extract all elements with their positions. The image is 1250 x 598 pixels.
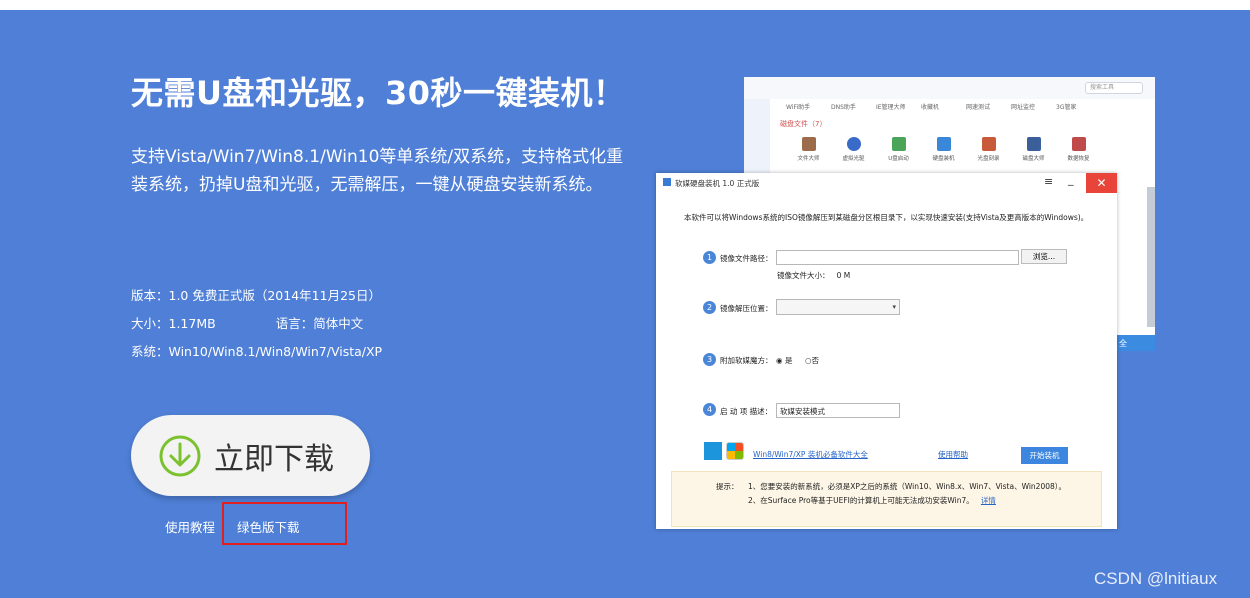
tips-box: 提示： 1、您要安装的新系统，必须是XP之后的系统（Win10、Win8.x、W… — [671, 471, 1102, 527]
dialog-intro: 本软件可以将Windows系统的ISO镜像解压到某磁盘分区根目录下，以实现快速安… — [684, 213, 1089, 222]
usb-boot-icon — [891, 137, 906, 151]
details-link[interactable]: 详情 — [981, 496, 996, 505]
step-1-badge: 1 — [703, 251, 716, 264]
start-install-button[interactable]: 开始装机 — [1021, 447, 1068, 464]
version-info: 版本：1.0 免费正式版（2014年11月25日） — [131, 288, 381, 303]
browse-button[interactable]: 浏览... — [1021, 249, 1067, 264]
bg-search-input: 搜索工具 — [1085, 82, 1143, 94]
dialog-titlebar: 软媒硬盘装机 1.0 正式版 ≡ _ ✕ — [656, 173, 1117, 193]
bg-tool-grid: 文件大师 虚拟光驱 U盘启动 硬盘装机 光盘刻录 磁盘大师 数据恢复 — [770, 129, 1155, 162]
bg-tab: 网址监控 — [1011, 104, 1036, 111]
bg-tool-item: 虚拟光驱 — [831, 137, 876, 162]
tip-line-1: 1、您要安装的新系统，必须是XP之后的系统（Win10、Win8.x、Win7、… — [748, 482, 1067, 491]
headline: 无需U盘和光驱，30秒一键装机！ — [131, 74, 626, 112]
chevron-down-icon: ▾ — [892, 303, 896, 311]
data-recovery-icon — [1071, 137, 1086, 151]
installer-dialog: 软媒硬盘装机 1.0 正式版 ≡ _ ✕ 本软件可以将Windows系统的ISO… — [656, 173, 1117, 529]
image-path-input[interactable] — [776, 250, 1019, 265]
boot-desc-input[interactable]: 软媒安装模式 — [776, 403, 900, 418]
bg-tab: IE管理大师 — [876, 104, 906, 111]
bg-tab: 3G管家 — [1056, 104, 1077, 111]
step-3-badge: 3 — [703, 353, 716, 366]
radio-yes[interactable]: ◉ 是 — [776, 355, 792, 366]
bg-category-label: 磁盘文件（7） — [780, 120, 827, 128]
download-arrow-icon — [159, 435, 201, 476]
bg-bottom-button: 全 — [1115, 335, 1155, 351]
windows-xp-icon — [726, 442, 744, 460]
bg-tool-item: 磁盘大师 — [1011, 137, 1056, 162]
highlight-box — [222, 502, 347, 545]
language-info: 语言：简体中文 — [275, 316, 364, 331]
tips-label: 提示： — [716, 482, 739, 491]
bg-tool-item: 文件大师 — [786, 137, 831, 162]
menu-icon[interactable]: ≡ — [1044, 175, 1053, 188]
addon-label: 附加软媒魔方： — [720, 356, 773, 365]
extract-location-label: 镜像解压位置： — [720, 304, 773, 313]
bg-tab: 网速测试 — [966, 104, 991, 111]
size-info: 大小：1.17MB — [131, 316, 216, 331]
bg-tab: WiFi助手 — [786, 104, 811, 111]
bg-tool-item: U盘启动 — [876, 137, 921, 162]
bg-app-tabs: WiFi助手 DNS助手 IE管理大师 收藏机 网速测试 网址监控 3G管家 — [770, 99, 1155, 111]
dialog-title: 软媒硬盘装机 1.0 正式版 — [675, 179, 760, 188]
bg-tab: DNS助手 — [831, 104, 856, 111]
download-button[interactable]: 立即下载 — [131, 415, 370, 496]
tip-line-2: 2、在Surface Pro等基于UEFI的计算机上可能无法成功安装Win7。 … — [748, 496, 996, 505]
windows-8-icon — [704, 442, 722, 460]
app-logo-icon — [663, 178, 671, 186]
extract-location-select[interactable]: ▾ — [776, 299, 900, 315]
bg-tool-item: 光盘刻录 — [966, 137, 1011, 162]
step-4-badge: 4 — [703, 403, 716, 416]
tutorial-link[interactable]: 使用教程 — [165, 517, 215, 536]
step-2-badge: 2 — [703, 301, 716, 314]
help-link[interactable]: 使用帮助 — [938, 449, 968, 460]
disc-burn-icon — [981, 137, 996, 151]
boot-desc-label: 启 动 项 描述： — [720, 407, 773, 416]
systems-info: 系统：Win10/Win8.1/Win8/Win7/Vista/XP — [131, 344, 383, 359]
file-master-icon — [801, 137, 816, 151]
bg-tool-item: 硬盘装机 — [921, 137, 966, 162]
download-button-label: 立即下载 — [214, 441, 334, 477]
description: 支持Vista/Win7/Win8.1/Win10等单系统/双系统，支持格式化重… — [131, 147, 624, 195]
image-size-info: 镜像文件大小： 0 M — [777, 271, 851, 280]
close-icon[interactable]: ✕ — [1086, 173, 1117, 193]
radio-no[interactable]: ○否 — [805, 355, 819, 366]
bg-tab: 收藏机 — [921, 104, 940, 111]
bg-tool-item: 数据恢复 — [1056, 137, 1101, 162]
virtual-drive-icon — [846, 137, 861, 151]
image-path-label: 镜像文件路径： — [720, 254, 773, 263]
disk-master-icon — [1026, 137, 1041, 151]
bg-scrollbar — [1147, 187, 1155, 327]
disk-install-icon — [936, 137, 951, 151]
bg-app-topbar: 搜索工具 — [744, 77, 1155, 99]
watermark: CSDN @lnitiaux — [1094, 569, 1218, 588]
essentials-link[interactable]: Win8/Win7/XP 装机必备软件大全 — [753, 449, 868, 460]
minimize-icon[interactable]: _ — [1068, 173, 1074, 186]
size-language-info: 大小：1.17MB 语言：简体中文 — [131, 313, 363, 332]
banner: 无需U盘和光驱，30秒一键装机！ 支持Vista/Win7/Win8.1/Win… — [0, 10, 1250, 598]
